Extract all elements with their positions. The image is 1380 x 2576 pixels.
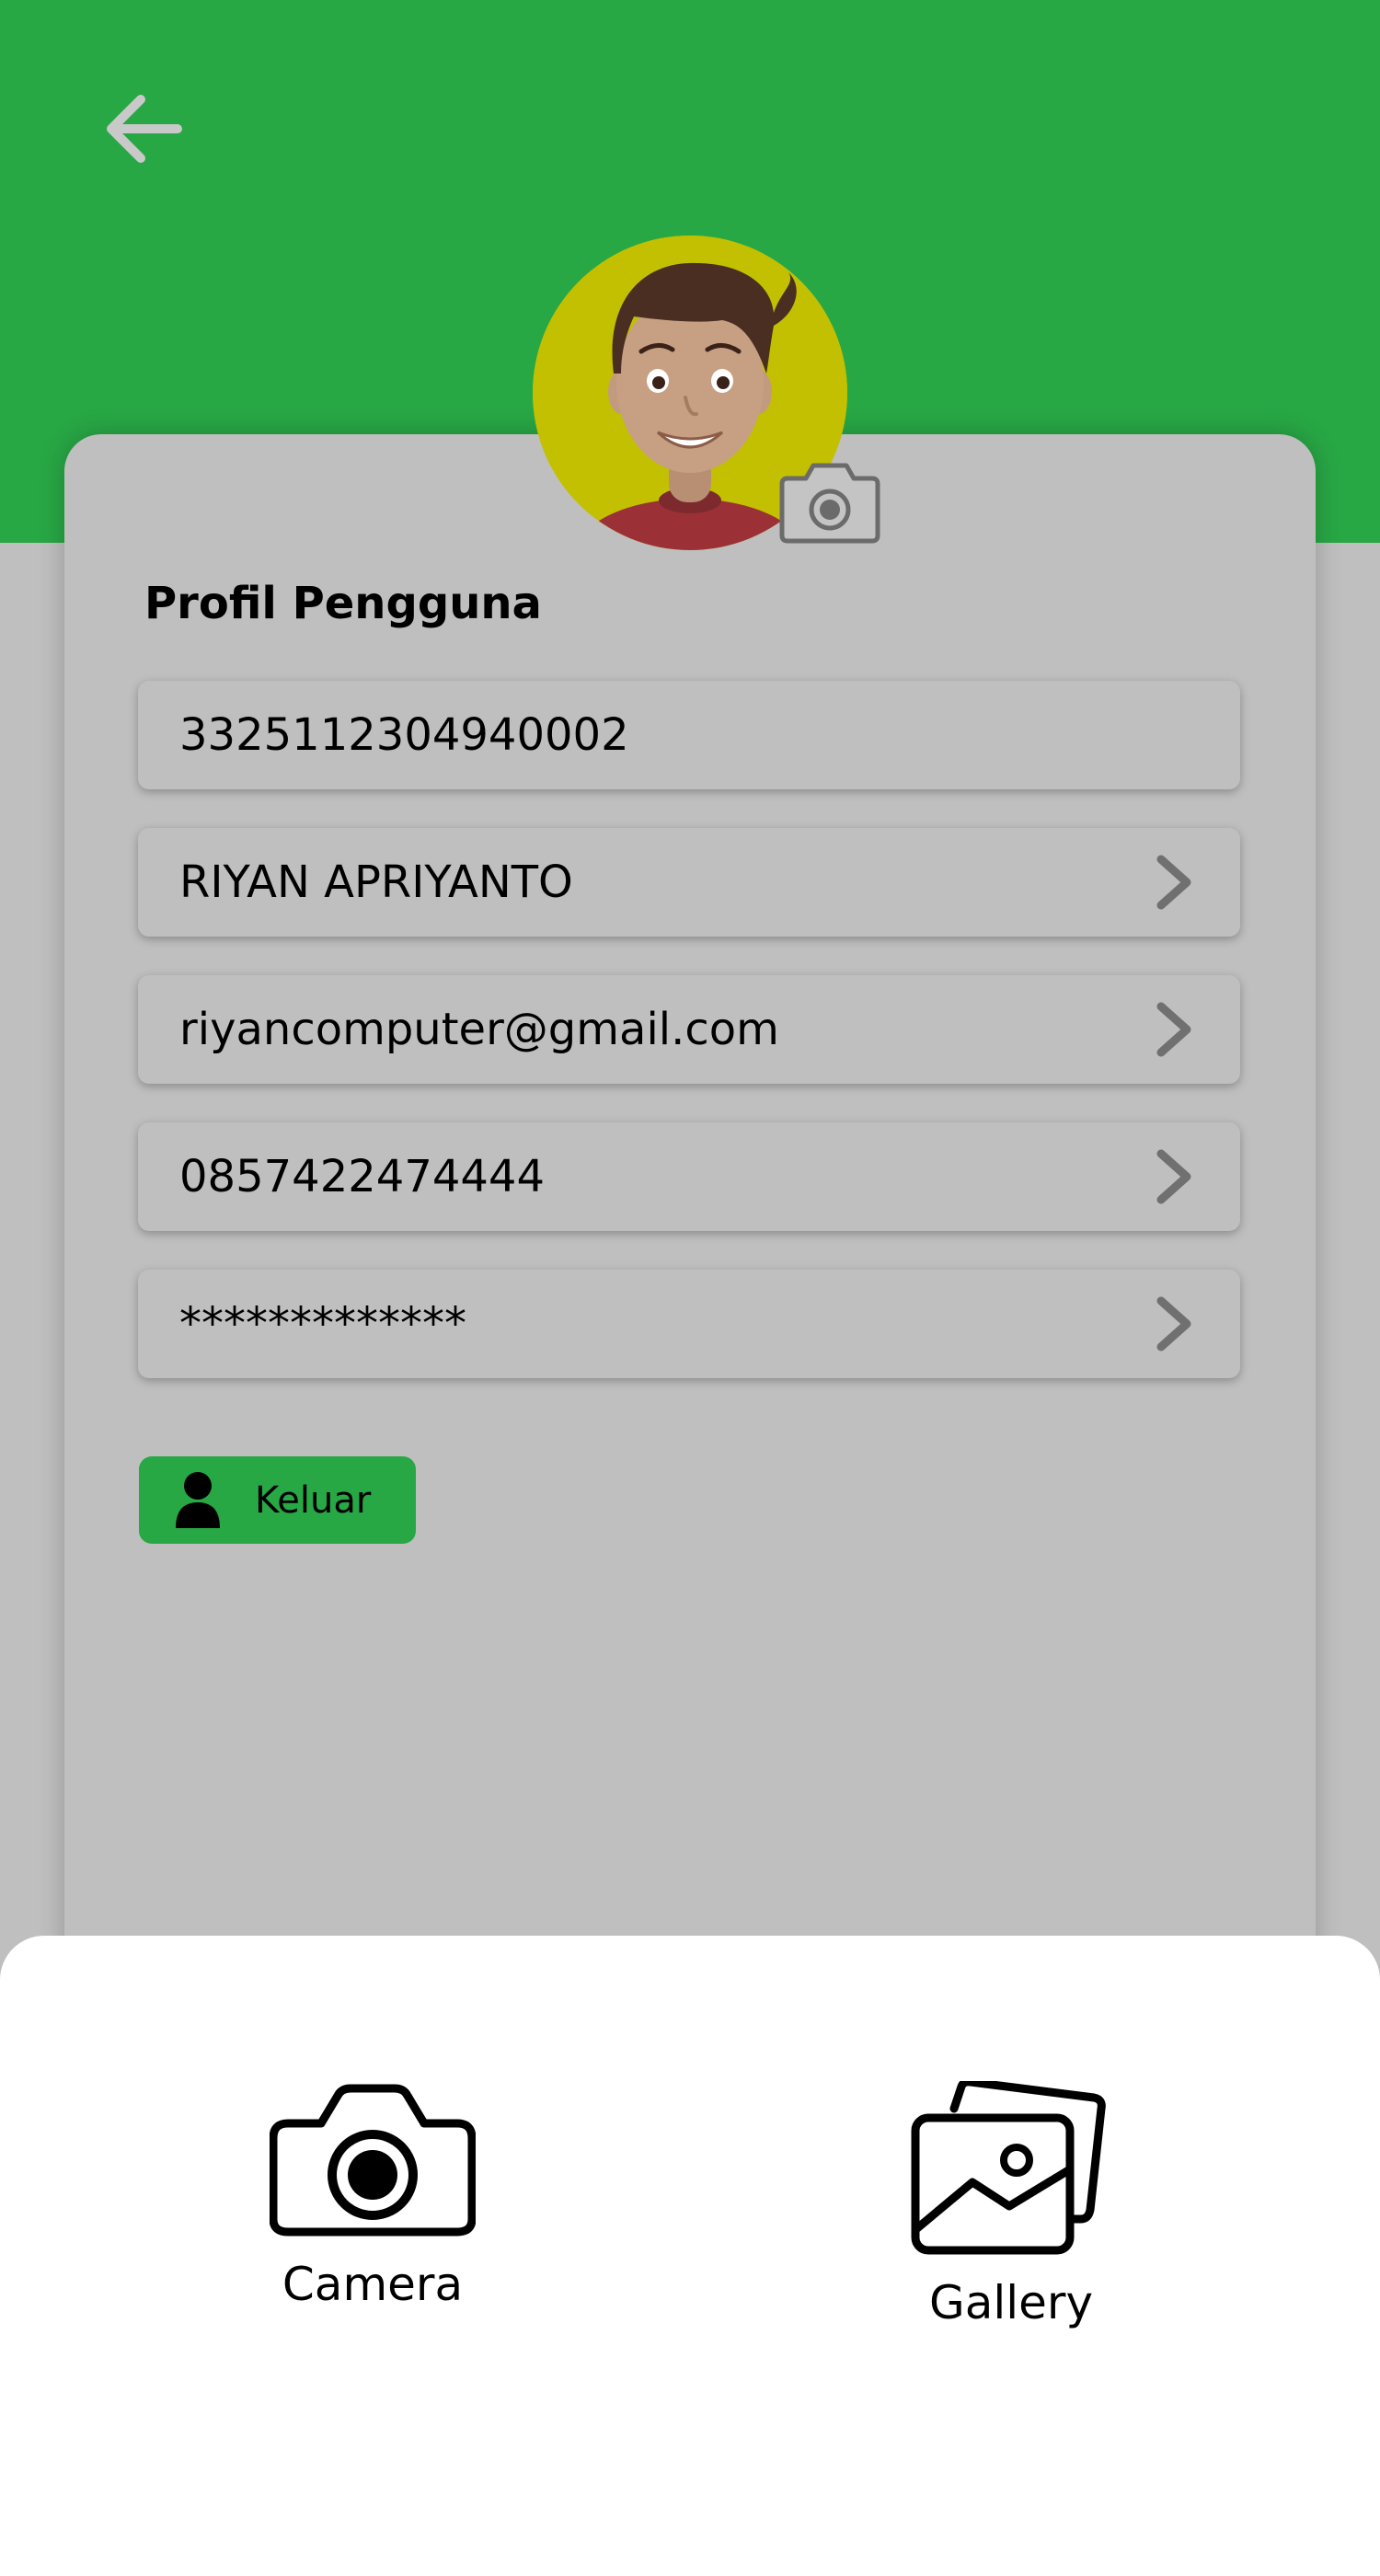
gallery-icon <box>911 2081 1106 2255</box>
camera-icon <box>779 463 880 544</box>
nik-value: 3325112304940002 <box>179 709 629 761</box>
chevron-right-icon <box>1156 1149 1191 1204</box>
change-photo-button[interactable] <box>773 458 887 546</box>
page-title: Profil Pengguna <box>144 578 542 629</box>
password-value: ************* <box>179 1298 466 1350</box>
camera-icon <box>270 2084 476 2237</box>
camera-option-label: Camera <box>282 2258 464 2311</box>
full-name-field[interactable]: RIYAN APRIYANTO <box>138 828 1240 937</box>
back-button[interactable] <box>92 83 193 175</box>
logout-label: Keluar <box>255 1478 372 1522</box>
gallery-option-label: Gallery <box>928 2276 1094 2329</box>
logout-button[interactable]: Keluar <box>139 1456 416 1544</box>
phone-field[interactable]: 0857422474444 <box>138 1122 1240 1231</box>
phone-value: 0857422474444 <box>179 1151 546 1202</box>
gallery-option[interactable]: Gallery <box>864 2081 1158 2339</box>
full-name-value: RIYAN APRIYANTO <box>179 857 573 908</box>
chevron-right-icon <box>1156 855 1191 910</box>
chevron-right-icon <box>1156 1002 1191 1057</box>
camera-option[interactable]: Camera <box>225 2081 520 2339</box>
nik-field[interactable]: 3325112304940002 <box>138 681 1240 789</box>
email-field[interactable]: riyancomputer@gmail.com <box>138 975 1240 1084</box>
photo-source-sheet <box>0 1936 1380 2576</box>
chevron-right-icon <box>1156 1296 1191 1351</box>
email-value: riyancomputer@gmail.com <box>179 1004 779 1055</box>
password-field[interactable]: ************* <box>138 1270 1240 1378</box>
arrow-left-icon <box>107 95 182 163</box>
person-icon <box>176 1471 220 1528</box>
